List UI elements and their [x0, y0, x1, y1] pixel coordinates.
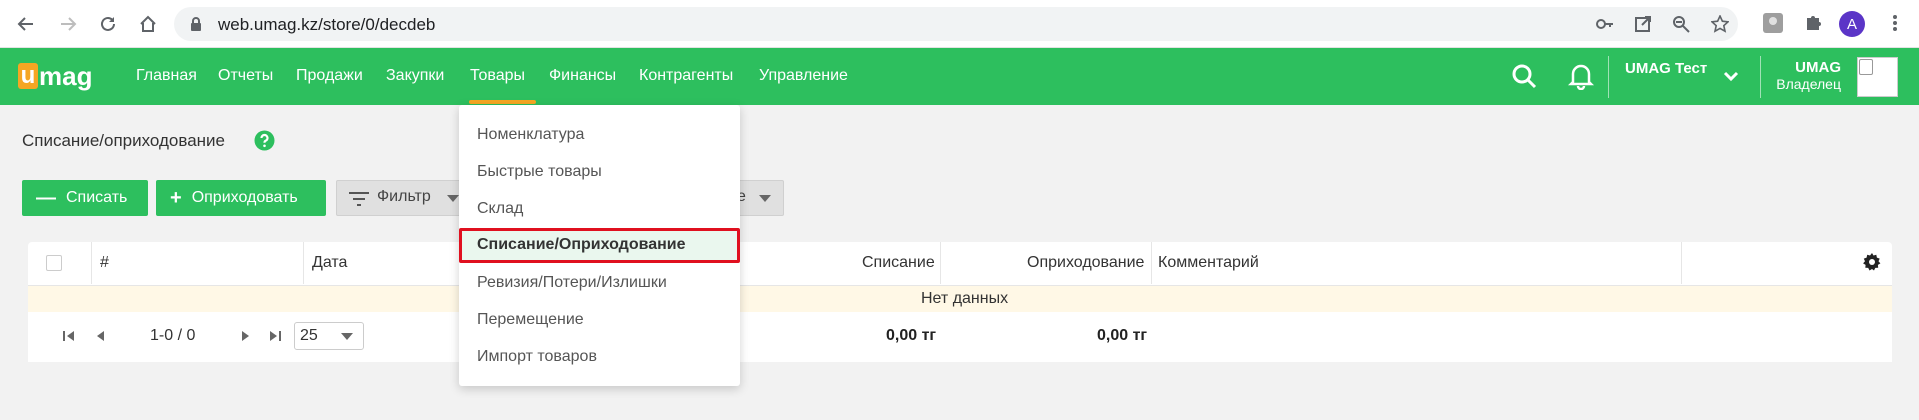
- menu-item-management[interactable]: Управление: [759, 67, 848, 85]
- minus-icon: —: [36, 186, 56, 209]
- writeoff-button[interactable]: — Списать: [22, 180, 148, 216]
- column-divider: [91, 242, 92, 284]
- dropdown-item-quick-goods[interactable]: Быстрые товары: [477, 163, 602, 181]
- org-name[interactable]: UMAG Тест: [1625, 60, 1707, 77]
- receive-button[interactable]: + Оприходовать: [156, 180, 326, 216]
- menu-item-purchases[interactable]: Закупки: [386, 67, 444, 85]
- user-name[interactable]: UMAG: [1795, 59, 1841, 76]
- extension-profile-icon[interactable]: [1762, 12, 1784, 34]
- header-divider: [1760, 56, 1761, 98]
- home-icon[interactable]: [136, 12, 160, 36]
- no-data-text: Нет данных: [921, 290, 1009, 307]
- menu-item-counterparties[interactable]: Контрагенты: [639, 67, 733, 85]
- column-header-number[interactable]: #: [100, 254, 109, 272]
- column-header-receive[interactable]: Оприходование: [1027, 254, 1144, 272]
- chevron-down-icon[interactable]: [1723, 68, 1739, 84]
- page-size-select[interactable]: 25: [294, 322, 364, 350]
- dropdown-item-writeoff-receive[interactable]: Списание/Оприходование: [459, 228, 740, 263]
- kebab-menu-icon[interactable]: [1884, 12, 1906, 34]
- key-icon[interactable]: [1596, 15, 1614, 33]
- bookmark-star-icon[interactable]: [1711, 15, 1729, 33]
- back-icon[interactable]: [14, 12, 38, 36]
- search-icon[interactable]: [1510, 62, 1538, 90]
- menu-item-reports[interactable]: Отчеты: [218, 67, 273, 85]
- forward-icon[interactable]: [56, 12, 80, 36]
- open-external-icon[interactable]: [1634, 15, 1652, 33]
- empty-row: Нет данных: [28, 285, 1892, 312]
- reload-icon[interactable]: [96, 12, 120, 36]
- plus-icon: +: [170, 186, 182, 209]
- select-all-checkbox[interactable]: [46, 255, 62, 271]
- menu-item-goods[interactable]: Товары: [470, 67, 525, 85]
- browser-profile-avatar[interactable]: A: [1839, 11, 1865, 37]
- filter-button[interactable]: Фильтр: [336, 180, 464, 216]
- column-header-writeoff[interactable]: Списание: [862, 254, 935, 272]
- caret-down-icon: [759, 195, 771, 202]
- browser-toolbar: web.umag.kz/store/0/decdeb A: [0, 0, 1919, 48]
- dropdown-item-transfer[interactable]: Перемещение: [477, 311, 584, 329]
- total-writeoff: 0,00 тг: [886, 327, 937, 344]
- column-divider: [940, 242, 941, 284]
- last-page-icon[interactable]: [268, 329, 282, 343]
- writeoff-table: # Дата Списание Оприходование Комментари…: [28, 242, 1892, 362]
- menu-item-sales[interactable]: Продажи: [296, 67, 363, 85]
- gear-icon[interactable]: [1862, 252, 1882, 272]
- goods-dropdown-menu: Номенклатура Быстрые товары Склад Списан…: [459, 105, 740, 386]
- url-text: web.umag.kz/store/0/decdeb: [218, 15, 436, 34]
- caret-down-icon: [447, 195, 459, 202]
- menu-item-finance[interactable]: Финансы: [549, 67, 616, 85]
- total-receive: 0,00 тг: [1097, 327, 1148, 344]
- app-header: u mag Главная Отчеты Продажи Закупки Тов…: [0, 48, 1919, 105]
- column-divider: [1151, 242, 1152, 284]
- active-menu-indicator: [469, 100, 536, 104]
- menu-item-home[interactable]: Главная: [136, 67, 197, 85]
- filter-icon: [349, 192, 369, 206]
- dropdown-item-revision[interactable]: Ревизия/Потери/Излишки: [477, 274, 667, 292]
- first-page-icon[interactable]: [62, 329, 76, 343]
- dropdown-item-nomenclature[interactable]: Номенклатура: [477, 126, 584, 144]
- header-divider: [1608, 56, 1609, 98]
- address-bar[interactable]: web.umag.kz/store/0/decdeb: [174, 7, 1738, 41]
- extensions-puzzle-icon[interactable]: [1803, 12, 1825, 34]
- column-divider: [303, 242, 304, 284]
- column-header-comment[interactable]: Комментарий: [1158, 254, 1259, 272]
- zoom-icon[interactable]: [1672, 15, 1690, 33]
- prev-page-icon[interactable]: [94, 329, 108, 343]
- next-page-icon[interactable]: [238, 329, 252, 343]
- bell-icon[interactable]: [1567, 62, 1595, 90]
- user-avatar[interactable]: [1857, 57, 1898, 97]
- table-footer: 1-0 / 0 25 0,00 тг 0,00 тг: [28, 312, 1892, 362]
- help-icon[interactable]: [254, 130, 275, 151]
- dropdown-item-import-goods[interactable]: Импорт товаров: [477, 348, 597, 366]
- dropdown-item-warehouse[interactable]: Склад: [477, 200, 523, 218]
- pagination-range: 1-0 / 0: [150, 327, 196, 344]
- lock-icon: [191, 17, 201, 31]
- column-divider: [1681, 242, 1682, 284]
- user-role: Владелец: [1776, 76, 1841, 92]
- umag-logo[interactable]: u mag: [18, 61, 92, 91]
- caret-down-icon: [341, 333, 353, 340]
- page-title: Списание/оприходование: [22, 131, 226, 150]
- column-header-date[interactable]: Дата: [312, 254, 347, 272]
